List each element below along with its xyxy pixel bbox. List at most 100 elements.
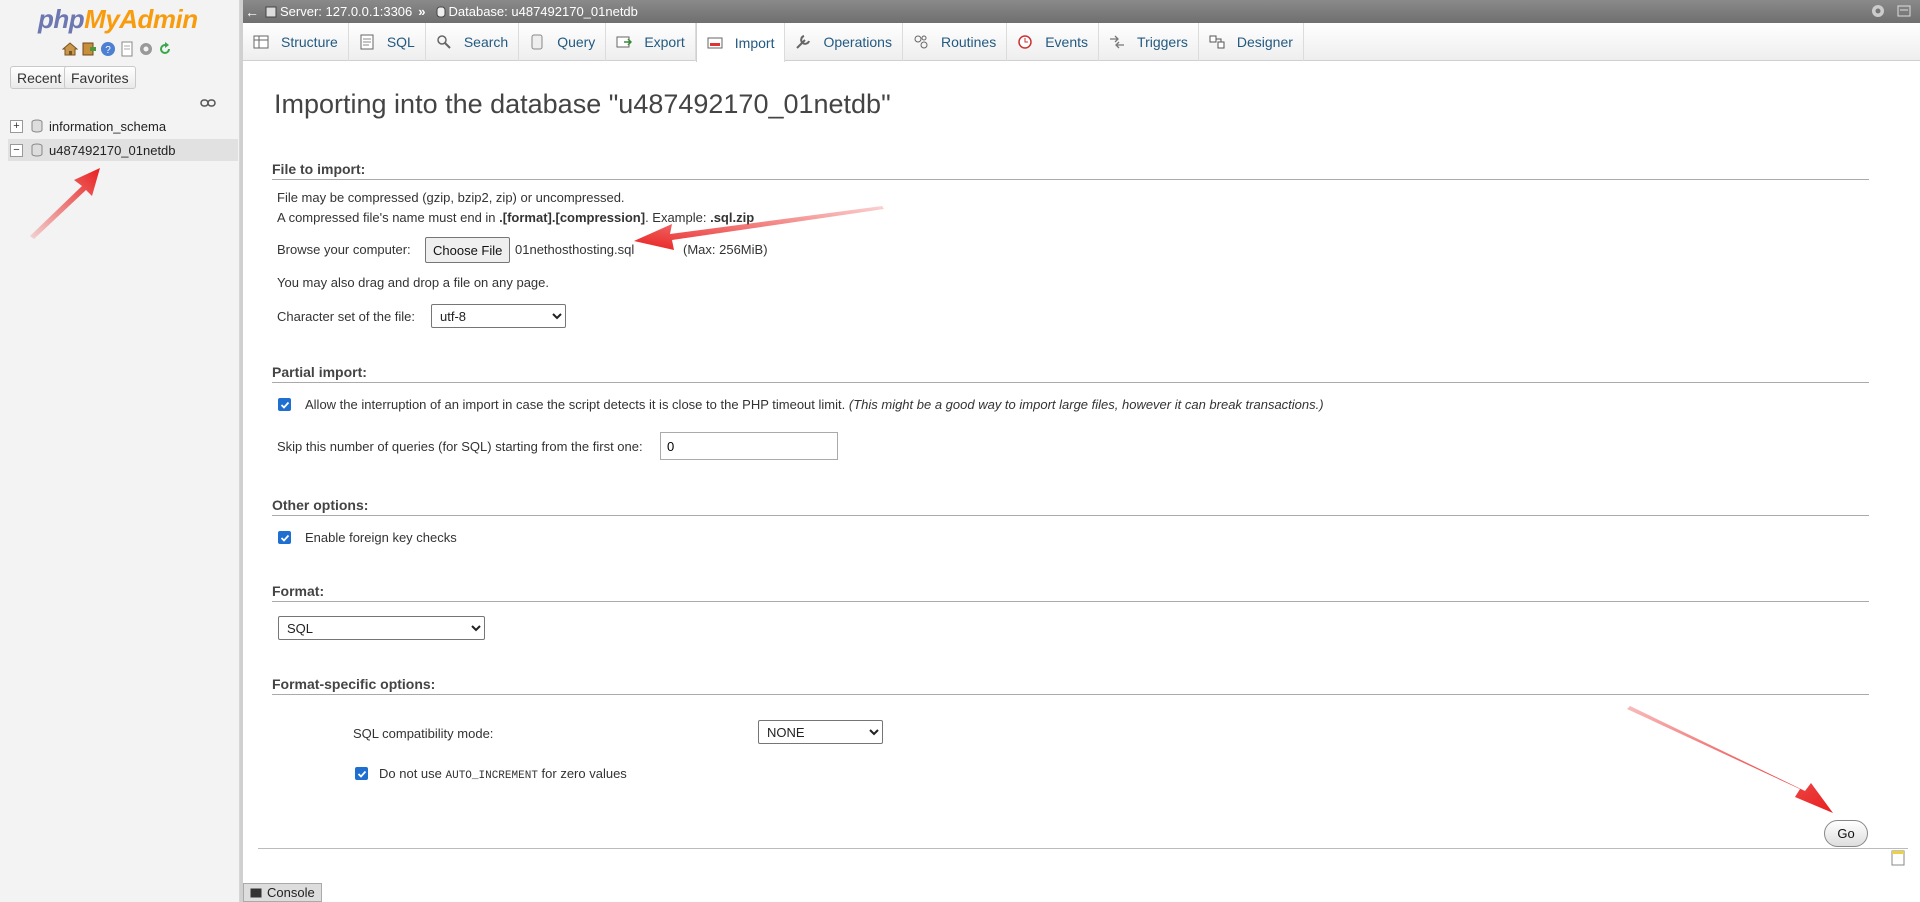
tab-label: Structure <box>281 34 338 50</box>
tab-structure[interactable]: Structure <box>243 23 349 61</box>
tab-label: Triggers <box>1137 34 1188 50</box>
structure-icon <box>253 34 269 50</box>
favorites-button[interactable]: Favorites <box>64 66 136 89</box>
tab-routines[interactable]: Routines <box>903 23 1008 61</box>
auto-inc-code: AUTO_INCREMENT <box>445 770 538 782</box>
tree-item-information-schema[interactable]: + information_schema <box>8 115 238 137</box>
database-name[interactable]: u487492170_01netdb <box>49 143 176 158</box>
sticky-note-icon[interactable] <box>1891 850 1905 866</box>
other-options-heading: Other options: <box>272 497 1869 516</box>
tab-sql[interactable]: SQL <box>349 23 426 61</box>
page-title: Importing into the database "u487492170_… <box>274 89 891 119</box>
fk-checks-label[interactable]: Enable foreign key checks <box>305 530 457 545</box>
quick-links: ? <box>62 41 173 57</box>
compat-mode-label: SQL compatibility mode: <box>353 726 494 741</box>
console-toggle[interactable]: Console <box>243 883 322 902</box>
compression-text-a: A compressed file's name must end in <box>277 210 500 225</box>
tab-events[interactable]: Events <box>1007 23 1100 61</box>
charset-select[interactable]: utf-8 <box>431 304 566 328</box>
drag-drop-note: You may also drag and drop a file on any… <box>277 275 549 290</box>
database-name[interactable]: information_schema <box>49 119 166 134</box>
skip-queries-input[interactable] <box>660 432 838 460</box>
svg-text:?: ? <box>105 45 111 56</box>
operations-icon <box>795 34 811 50</box>
breadcrumb-server[interactable]: Server: 127.0.0.1:3306 <box>265 4 412 19</box>
settings-gear-icon[interactable] <box>138 41 154 57</box>
navigation-sidebar: phpMyAdmin ? Recent Favorites + informat… <box>0 0 240 902</box>
breadcrumb-bar: ← Server: 127.0.0.1:3306 » Database: u48… <box>243 0 1920 23</box>
collapse-icon[interactable]: − <box>10 143 23 157</box>
format-heading: Format: <box>272 583 1869 602</box>
logo-php-text: php <box>38 4 85 34</box>
collapse-sidebar-arrow-icon[interactable]: ← <box>243 4 261 20</box>
format-specific-heading: Format-specific options: <box>272 676 1869 695</box>
collapse-menu-icon[interactable] <box>1896 3 1912 19</box>
home-icon[interactable] <box>62 41 78 57</box>
file-to-import-heading: File to import: <box>272 161 1869 180</box>
main-menu-tabs: Structure SQL Search Query Export Import… <box>243 23 1920 62</box>
recent-button[interactable]: Recent <box>10 66 69 89</box>
routines-icon <box>913 34 929 50</box>
help-icon[interactable]: ? <box>100 41 116 57</box>
events-icon <box>1017 34 1033 50</box>
link-with-main-panel-icon[interactable] <box>200 96 216 110</box>
charset-label: Character set of the file: <box>277 309 416 324</box>
allow-interrupt-line: Allow the interruption of an import in c… <box>305 397 1324 412</box>
server-label[interactable]: Server: 127.0.0.1:3306 <box>280 4 412 19</box>
tab-label: Designer <box>1236 34 1293 50</box>
browse-label: Browse your computer: <box>277 242 411 257</box>
expand-icon[interactable]: + <box>10 119 23 133</box>
export-icon <box>616 34 633 50</box>
docs-icon[interactable] <box>119 41 135 57</box>
tab-label: Events <box>1045 34 1089 50</box>
compression-note: File may be compressed (gzip, bzip2, zip… <box>277 190 625 205</box>
no-auto-increment-checkbox[interactable] <box>355 767 368 780</box>
auto-inc-text-b: for zero values <box>537 766 627 781</box>
form-bottom-divider <box>258 848 1908 849</box>
auto-inc-text-a: Do not use <box>379 766 446 781</box>
fk-checks-checkbox[interactable] <box>278 531 291 544</box>
tab-query[interactable]: Query <box>519 23 607 61</box>
compression-text-c: . Example: <box>645 210 711 225</box>
compression-example-line: A compressed file's name must end in .[f… <box>277 210 754 225</box>
tab-import[interactable]: Import <box>695 23 786 62</box>
allow-interrupt-checkbox[interactable] <box>278 398 291 411</box>
breadcrumb-database[interactable]: Database: u487492170_01netdb <box>436 4 638 19</box>
sql-icon <box>359 34 375 50</box>
tree-item-u487492170-01netdb[interactable]: − u487492170_01netdb <box>8 139 238 161</box>
tab-export[interactable]: Export <box>606 23 696 61</box>
reload-icon[interactable] <box>157 41 173 57</box>
designer-icon <box>1209 34 1225 50</box>
tab-search[interactable]: Search <box>426 23 520 61</box>
database-label[interactable]: Database: u487492170_01netdb <box>449 4 638 19</box>
skip-queries-label: Skip this number of queries (for SQL) st… <box>277 439 643 454</box>
import-icon <box>707 35 723 51</box>
tab-triggers[interactable]: Triggers <box>1099 23 1199 61</box>
database-icon <box>31 119 43 133</box>
main-content: Importing into the database "u487492170_… <box>243 61 1920 902</box>
tab-label: Import <box>734 34 775 51</box>
tab-label: Routines <box>940 34 997 50</box>
database-icon <box>31 143 43 157</box>
compat-mode-select[interactable]: NONE <box>758 720 883 744</box>
compression-example-text: .sql.zip <box>710 210 755 225</box>
allow-interrupt-label[interactable]: Allow the interruption of an import in c… <box>305 397 845 412</box>
tab-label: Query <box>557 34 596 50</box>
go-button[interactable]: Go <box>1824 820 1868 847</box>
query-icon <box>529 34 545 50</box>
logout-icon[interactable] <box>81 41 97 57</box>
phpmyadmin-logo[interactable]: phpMyAdmin <box>38 4 198 35</box>
no-auto-increment-line[interactable]: Do not use AUTO_INCREMENT for zero value… <box>379 766 627 782</box>
allow-interrupt-note: (This might be a good way to import larg… <box>848 397 1324 412</box>
compression-format-text: .[format].[compression] <box>499 210 646 225</box>
choose-file-button[interactable]: Choose File <box>425 237 511 263</box>
tab-designer[interactable]: Designer <box>1199 23 1304 61</box>
console-label: Console <box>267 885 315 900</box>
tab-label: SQL <box>386 34 415 50</box>
format-select[interactable]: SQL <box>278 616 485 640</box>
tab-label: Export <box>644 34 685 50</box>
settings-gear-icon[interactable] <box>1870 3 1886 19</box>
tab-operations[interactable]: Operations <box>785 23 903 61</box>
database-icon <box>436 6 445 17</box>
breadcrumb-separator: » <box>418 4 426 19</box>
